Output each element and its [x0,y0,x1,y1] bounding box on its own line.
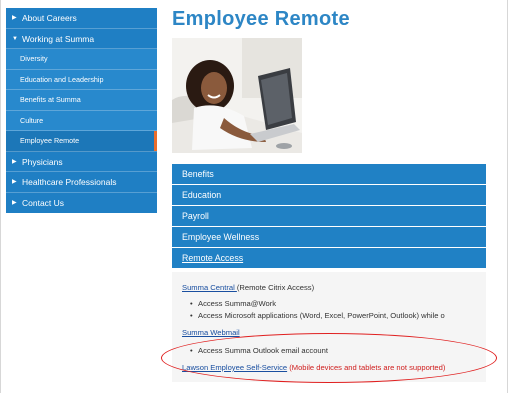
sidebar-item-physicians[interactable]: ▶ Physicians [6,152,157,172]
sidebar-nav: ▶ About Careers ▼ Working at Summa Diver… [6,8,157,213]
accordion-education[interactable]: Education [172,185,486,206]
sidebar-item-label: Healthcare Professionals [22,177,117,187]
mobile-unsupported-note: (Mobile devices and tablets are not supp… [287,363,446,372]
sidebar-item-label: Diversity [20,54,48,63]
caret-right-icon: ▶ [12,158,17,165]
bullet-item: Access Summa Outlook email account [190,346,328,355]
sidebar-item-label: Education and Leadership [20,74,104,84]
sidebar-subitem-diversity[interactable]: Diversity [6,49,157,70]
sidebar-item-label: Benefits at Summa [20,95,81,104]
hero-image [172,38,302,153]
sidebar-subitem-culture[interactable]: Culture [6,110,157,131]
sidebar-subitem-employee-remote[interactable]: Employee Remote [6,131,157,152]
sidebar-item-healthcare-professionals[interactable]: ▶ Healthcare Professionals [6,172,157,193]
accordion: Benefits Education Payroll Employee Well… [172,164,486,269]
webmail-line: Summa Webmail [182,328,240,337]
summa-webmail-link[interactable]: Summa Webmail [182,328,240,337]
caret-right-icon: ▶ [12,199,17,206]
remote-access-panel: Summa Central (Remote Citrix Access) Acc… [172,272,486,382]
page-title: Employee Remote [172,8,350,30]
sidebar-item-label: Employee Remote [20,136,80,145]
sidebar-item-working-at-summa[interactable]: ▼ Working at Summa [6,29,157,49]
summa-central-link[interactable]: Summa Central [182,283,237,292]
sidebar-item-label: Contact Us [22,197,65,208]
sidebar-subitem-benefits[interactable]: Benefits at Summa [6,90,157,111]
sidebar-item-label: Physicians [22,156,63,167]
accordion-payroll[interactable]: Payroll [172,206,486,227]
accordion-remote-access[interactable]: Remote Access [172,248,486,269]
caret-right-icon: ▶ [12,15,17,21]
caret-down-icon: ▼ [12,35,18,42]
citrix-line: Summa Central (Remote Citrix Access) [182,283,314,292]
sidebar-item-label: Culture [20,115,44,125]
lawson-self-service-link[interactable]: Lawson Employee Self-Service [182,363,287,372]
caret-right-icon: ▶ [12,179,17,185]
lawson-line: Lawson Employee Self-Service (Mobile dev… [182,363,445,372]
sidebar-subitem-education-leadership[interactable]: Education and Leadership [6,69,157,90]
bullet-item: Access Microsoft applications (Word, Exc… [190,311,445,320]
sidebar-item-about-careers[interactable]: ▶ About Careers [6,8,157,29]
bullet-item: Access Summa@Work [190,299,276,308]
citrix-note: (Remote Citrix Access) [236,283,315,292]
sidebar-item-contact-us[interactable]: ▶ Contact Us [6,193,157,214]
woman-with-laptop-illustration [172,38,302,153]
accordion-employee-wellness[interactable]: Employee Wellness [172,227,486,248]
sidebar-item-label: About Careers [22,13,77,23]
accordion-benefits[interactable]: Benefits [172,164,486,185]
sidebar-item-label: Working at Summa [22,33,95,44]
